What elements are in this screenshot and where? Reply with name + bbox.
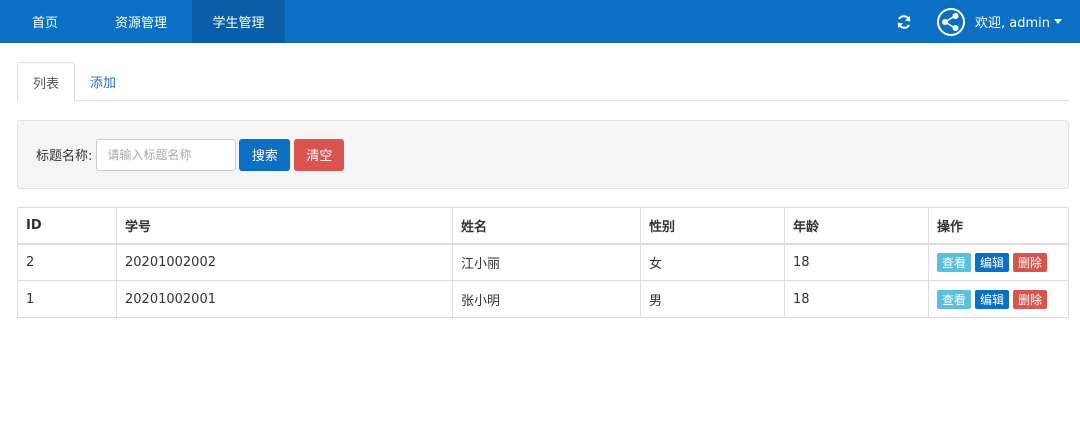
cell-actions: 查看 编辑 删除 (928, 280, 1069, 318)
nav-item-resources[interactable]: 资源管理 (90, 0, 192, 43)
search-label: 标题名称: (36, 149, 93, 164)
cell-name: 张小明 (452, 280, 641, 318)
tab-add[interactable]: 添加 (75, 62, 131, 101)
column-header-student-no: 学号 (116, 207, 453, 245)
column-header-name: 姓名 (452, 207, 641, 245)
refresh-icon[interactable] (895, 13, 913, 31)
tab-list[interactable]: 列表 (17, 62, 76, 102)
column-header-gender: 性别 (640, 207, 785, 245)
share-node-icon[interactable] (937, 7, 965, 36)
cell-student-no: 20201002002 (116, 243, 453, 281)
nav-item-home[interactable]: 首页 (0, 0, 90, 43)
table-header-row: ID 学号 姓名 性别 年龄 操作 (17, 207, 1069, 245)
cell-id: 1 (17, 280, 117, 318)
edit-button[interactable]: 编辑 (975, 289, 1010, 309)
clear-button[interactable]: 清空 (294, 138, 345, 171)
table-row: 2 20201002002 江小丽 女 18 查看 编辑 删除 (17, 243, 1069, 281)
cell-age: 18 (784, 280, 929, 318)
column-header-actions: 操作 (928, 207, 1069, 245)
cell-name: 江小丽 (452, 243, 641, 281)
top-navbar: 首页 资源管理 学生管理 欢迎, admin (0, 0, 1080, 43)
cell-age: 18 (784, 243, 929, 281)
view-button[interactable]: 查看 (937, 289, 972, 309)
cell-student-no: 20201002001 (116, 280, 453, 318)
caret-down-icon (1054, 19, 1062, 24)
user-greeting: 欢迎, admin (975, 16, 1050, 31)
search-button[interactable]: 搜索 (239, 138, 291, 171)
view-button[interactable]: 查看 (937, 252, 972, 272)
search-panel: 标题名称: 搜索 清空 (17, 120, 1069, 189)
tab-bar: 列表 添加 (17, 62, 1069, 102)
column-header-age: 年龄 (784, 207, 929, 245)
delete-button[interactable]: 删除 (1013, 289, 1048, 309)
cell-gender: 女 (640, 243, 785, 281)
cell-id: 2 (17, 243, 117, 281)
student-table: ID 学号 姓名 性别 年龄 操作 2 20201002002 江小丽 女 18… (17, 207, 1069, 318)
edit-button[interactable]: 编辑 (975, 252, 1010, 272)
nav-item-students[interactable]: 学生管理 (192, 0, 285, 43)
column-header-id: ID (17, 207, 117, 245)
title-search-input[interactable] (96, 138, 237, 171)
nav-right-area: 欢迎, admin (895, 0, 1080, 43)
user-menu[interactable]: 欢迎, admin (975, 12, 1062, 31)
table-row: 1 20201002001 张小明 男 18 查看 编辑 删除 (17, 280, 1069, 318)
cell-actions: 查看 编辑 删除 (928, 243, 1069, 281)
cell-gender: 男 (640, 280, 785, 318)
delete-button[interactable]: 删除 (1013, 252, 1048, 272)
